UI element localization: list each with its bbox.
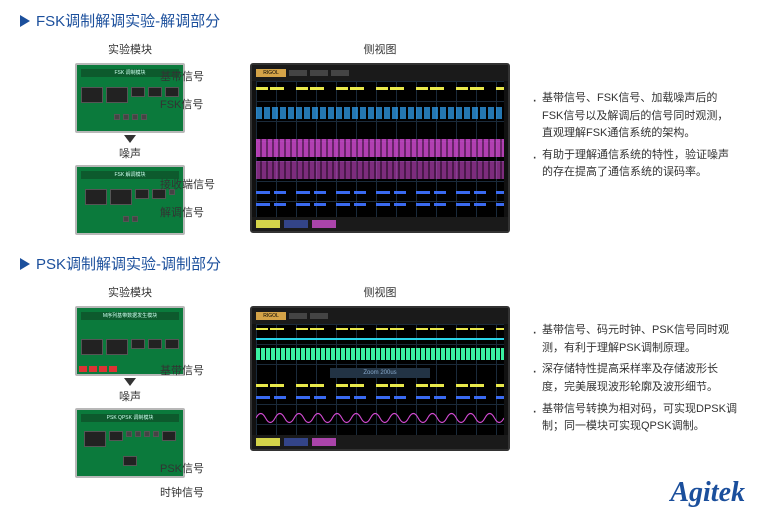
scope-screen: Zoom 200us: [256, 324, 504, 435]
arrow-down-icon: [124, 135, 136, 143]
section-psk: PSK调制解调实验-调制部分 实验模块 M序列基带数据发生模块 噪声 PSK Q…: [0, 235, 757, 478]
section-title: PSK调制解调实验-调制部分: [36, 253, 221, 274]
bullet-list: 基带信号、码元时钟、PSK信号同时观测，有利于理解PSK调制原理。 深存储特性提…: [532, 322, 737, 440]
signal-label: FSK信号: [160, 96, 204, 112]
desc-column: 基带信号、码元时钟、PSK信号同时观测，有利于理解PSK调制原理。 深存储特性提…: [520, 284, 737, 478]
desc-column: 基带信号、FSK信号、加载噪声后的FSK信号以及解调后的信号同时观测，直观理解F…: [520, 41, 737, 235]
scope-title: 侧视图: [364, 284, 397, 300]
brand-logo: Agitek: [670, 477, 745, 509]
section-fsk: FSK调制解调实验-解调部分 实验模块 FSK 调制模块 噪声 FSK 解调模块…: [0, 0, 757, 235]
bullet-item: 深存储特性提高采样率及存储波形长度，完美展现波形轮廓及波形细节。: [532, 361, 737, 396]
module-title: 实验模块: [108, 41, 152, 57]
arrow-down-icon: [124, 378, 136, 386]
signal-label: 时钟信号: [160, 484, 204, 500]
zoom-label: Zoom 200us: [330, 368, 429, 378]
scope-brand: RIGOL: [256, 69, 286, 77]
scope-column: 侧视图 RIGOL Zoom 200us: [240, 284, 520, 478]
triangle-icon: [20, 258, 30, 270]
scope-column: 侧视图 RIGOL: [240, 41, 520, 235]
bullet-item: 基带信号、FSK信号、加载噪声后的FSK信号以及解调后的信号同时观测，直观理解F…: [532, 90, 737, 143]
section-title: FSK调制解调实验-解调部分: [36, 10, 220, 31]
scope-brand: RIGOL: [256, 312, 286, 320]
bullet-item: 基带信号转换为相对码，可实现DPSK调制；同一模块可实现QPSK调制。: [532, 401, 737, 436]
section-header: FSK调制解调实验-解调部分: [20, 10, 737, 31]
signal-label: PSK信号: [160, 460, 204, 476]
bullet-list: 基带信号、FSK信号、加载噪声后的FSK信号以及解调后的信号同时观测，直观理解F…: [532, 90, 737, 186]
signal-label: 基带信号: [160, 362, 204, 378]
signal-label: 接收端信号: [160, 176, 215, 192]
module-title: 实验模块: [108, 284, 152, 300]
section-header: PSK调制解调实验-调制部分: [20, 253, 737, 274]
oscilloscope: RIGOL Zoom 200us: [250, 306, 510, 451]
oscilloscope: RIGOL: [250, 63, 510, 233]
bullet-item: 有助于理解通信系统的特性，验证噪声的存在提高了通信系统的误码率。: [532, 147, 737, 182]
triangle-icon: [20, 15, 30, 27]
signal-label: 解调信号: [160, 204, 215, 220]
signal-labels: 基带信号 FSK信号: [160, 68, 204, 112]
noise-label: 噪声: [119, 145, 141, 161]
signal-labels: PSK信号 时钟信号: [160, 460, 204, 500]
module-column: 实验模块 M序列基带数据发生模块 噪声 PSK QPSK 调制模块: [20, 284, 240, 478]
scope-title: 侧视图: [364, 41, 397, 57]
noise-label: 噪声: [119, 388, 141, 404]
signal-labels: 接收端信号 解调信号: [160, 176, 215, 220]
scope-screen: [256, 81, 504, 217]
signal-label: 基带信号: [160, 68, 204, 84]
signal-labels: 基带信号: [160, 362, 204, 378]
bullet-item: 基带信号、码元时钟、PSK信号同时观测，有利于理解PSK调制原理。: [532, 322, 737, 357]
